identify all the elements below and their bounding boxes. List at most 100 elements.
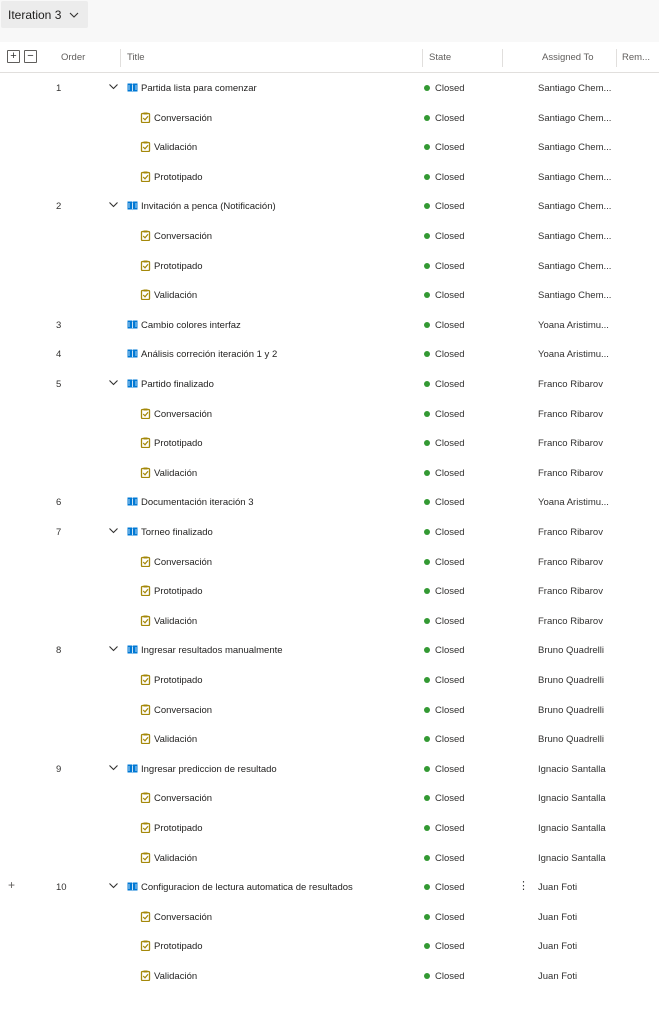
story-row[interactable]: 7 Torneo finalizado Closed Franco Ribarov	[0, 517, 659, 546]
work-item-title[interactable]: Validación	[154, 142, 197, 153]
task-row[interactable]: Validación Closed Franco Ribarov	[0, 458, 659, 487]
task-row[interactable]: Conversación Closed Santiago Chem...	[0, 103, 659, 132]
top-bar: Iteration 3	[0, 0, 659, 42]
task-row[interactable]: Validación Closed Ignacio Santalla	[0, 843, 659, 872]
column-divider[interactable]	[120, 49, 121, 67]
story-row[interactable]: 5 Partido finalizado Closed Franco Ribarov	[0, 369, 659, 398]
column-divider[interactable]	[502, 49, 503, 67]
task-row[interactable]: Prototipado Closed Santiago Chem...	[0, 251, 659, 280]
story-row[interactable]: 6 Documentación iteración 3 Closed Yoana A…	[0, 487, 659, 516]
status-dot	[424, 469, 430, 476]
column-header-state[interactable]: State	[429, 52, 451, 63]
story-row[interactable]: 2 Invitación a penca (Notificación) Close…	[0, 191, 659, 220]
work-item-title[interactable]: Análisis correción iteración 1 y 2	[141, 349, 277, 360]
work-item-title[interactable]: Partida lista para comenzar	[141, 83, 257, 94]
work-item-title[interactable]: Documentación iteración 3	[141, 497, 253, 508]
task-icon	[140, 467, 151, 478]
chevron-down-icon[interactable]	[108, 199, 119, 210]
chevron-down-icon[interactable]	[108, 81, 119, 92]
work-item-title[interactable]: Ingresar prediccion de resultado	[141, 764, 277, 775]
task-icon	[140, 822, 151, 833]
task-row[interactable]: Validación Closed Franco Ribarov	[0, 606, 659, 635]
task-row[interactable]: Conversación Closed Franco Ribarov	[0, 399, 659, 428]
status-dot	[424, 647, 430, 654]
chevron-down-icon[interactable]	[108, 643, 119, 654]
work-item-title[interactable]: Cambio colores interfaz	[141, 320, 241, 331]
chevron-down-icon[interactable]	[108, 880, 119, 891]
assigned-to-value: Ignacio Santalla	[538, 852, 606, 864]
task-row[interactable]: Prototipado Closed Ignacio Santalla	[0, 813, 659, 842]
expand-all-button[interactable]: +	[7, 50, 20, 63]
task-row[interactable]: Validación Closed Santiago Chem...	[0, 132, 659, 161]
column-header-remaining[interactable]: Rem...	[622, 52, 650, 63]
work-item-title[interactable]: Partido finalizado	[141, 379, 214, 390]
state-value: Closed	[435, 497, 465, 509]
work-item-title[interactable]: Prototipado	[154, 261, 203, 272]
work-item-title[interactable]: Validación	[154, 468, 197, 479]
add-child-button[interactable]: +	[8, 878, 15, 892]
status-dot	[424, 706, 430, 713]
status-dot	[424, 262, 430, 269]
chevron-down-icon[interactable]	[108, 762, 119, 773]
work-item-title[interactable]: Validación	[154, 290, 197, 301]
work-item-title[interactable]: Torneo finalizado	[141, 527, 213, 538]
story-row[interactable]: 9 Ingresar prediccion de resultado Closed…	[0, 754, 659, 783]
work-item-title[interactable]: Conversación	[154, 793, 212, 804]
state-value: Closed	[435, 823, 465, 834]
column-divider[interactable]	[422, 49, 423, 67]
work-item-title[interactable]: Conversación	[154, 113, 212, 124]
task-row[interactable]: Conversacion Closed Bruno Quadrelli	[0, 695, 659, 724]
work-item-title[interactable]: Validación	[154, 616, 197, 627]
status-dot	[424, 913, 430, 920]
status-dot	[424, 351, 430, 358]
collapse-all-button[interactable]: −	[24, 50, 37, 63]
task-row[interactable]: Conversación Closed Ignacio Santalla	[0, 783, 659, 812]
story-row[interactable]: 8 Ingresar resultados manualmente Closed B…	[0, 635, 659, 664]
work-item-title[interactable]: Validación	[154, 971, 197, 982]
column-header-assigned-to[interactable]: Assigned To	[542, 52, 594, 63]
work-item-title[interactable]: Validación	[154, 853, 197, 864]
story-row[interactable]: 1 Partida lista para comenzar Closed Santi…	[0, 73, 659, 102]
task-row[interactable]: Prototipado Closed Juan Foti	[0, 931, 659, 960]
work-item-title[interactable]: Prototipado	[154, 941, 203, 952]
work-item-title[interactable]: Prototipado	[154, 823, 203, 834]
story-row[interactable]: 3 Cambio colores interfaz Closed Yoana Ari…	[0, 310, 659, 339]
task-row[interactable]: Conversación Closed Juan Foti	[0, 902, 659, 931]
work-item-title[interactable]: Prototipado	[154, 172, 203, 183]
task-row[interactable]: Conversación Closed Franco Ribarov	[0, 547, 659, 576]
task-row[interactable]: Prototipado Closed Bruno Quadrelli	[0, 665, 659, 694]
task-row[interactable]: Prototipado Closed Franco Ribarov	[0, 428, 659, 457]
work-item-title[interactable]: Configuracion de lectura automatica de r…	[141, 882, 353, 893]
assigned-to-value: Juan Foti	[538, 941, 578, 953]
task-row[interactable]: Prototipado Closed Franco Ribarov	[0, 576, 659, 605]
assigned-to-value: Yoana Aristimu...	[538, 497, 609, 509]
column-header-order[interactable]: Order	[61, 52, 85, 63]
work-item-title[interactable]: Prototipado	[154, 586, 203, 597]
work-item-title[interactable]: Conversación	[154, 231, 212, 242]
more-actions-button[interactable]: ⋮	[518, 879, 529, 892]
work-item-title[interactable]: Conversación	[154, 409, 212, 420]
work-item-title[interactable]: Conversación	[154, 912, 212, 923]
chevron-down-icon[interactable]	[108, 377, 119, 388]
story-row[interactable]: 4 Análisis correción iteración 1 y 2 Clos…	[0, 339, 659, 368]
work-item-title[interactable]: Prototipado	[154, 675, 203, 686]
column-divider[interactable]	[616, 49, 617, 67]
chevron-down-icon[interactable]	[108, 525, 119, 536]
state-value: Closed	[435, 201, 465, 213]
task-row[interactable]: Prototipado Closed Santiago Chem...	[0, 162, 659, 191]
iteration-picker-button[interactable]: Iteration 3	[1, 1, 88, 28]
work-item-title[interactable]: Validación	[154, 734, 197, 745]
story-row[interactable]: +10 Configuracion de lectura automatica …	[0, 872, 659, 901]
state-value: Closed	[435, 882, 465, 894]
work-item-title[interactable]: Prototipado	[154, 438, 203, 449]
work-item-title[interactable]: Conversacion	[154, 705, 212, 716]
work-item-title[interactable]: Conversación	[154, 557, 212, 568]
work-item-title[interactable]: Ingresar resultados manualmente	[141, 645, 283, 656]
column-header-title[interactable]: Title	[127, 52, 145, 63]
task-row[interactable]: Conversación Closed Santiago Chem...	[0, 221, 659, 250]
task-row[interactable]: Validación Closed Santiago Chem...	[0, 280, 659, 309]
state-value: Closed	[435, 793, 465, 805]
task-row[interactable]: Validación Closed Bruno Quadrelli	[0, 724, 659, 753]
task-row[interactable]: Validación Closed Juan Foti	[0, 961, 659, 990]
work-item-title[interactable]: Invitación a penca (Notificación)	[141, 201, 276, 212]
